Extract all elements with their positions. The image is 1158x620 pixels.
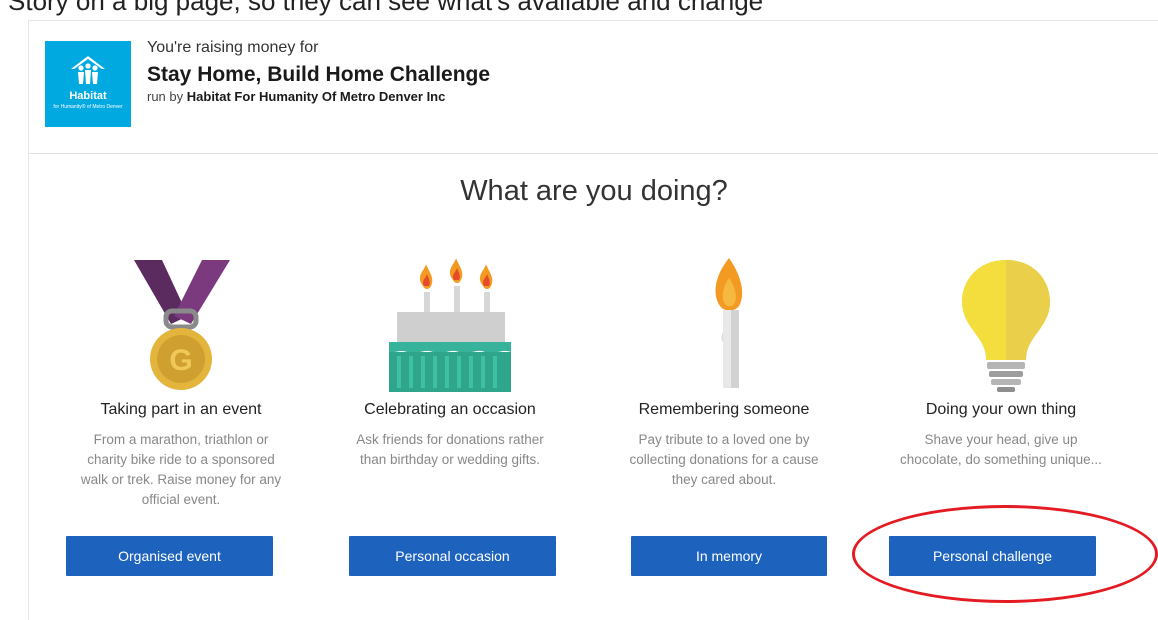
option-challenge: Doing your own thing Shave your head, gi… bbox=[886, 256, 1116, 576]
run-by-line: run by Habitat For Humanity Of Metro Den… bbox=[147, 89, 445, 104]
option-title: Remembering someone bbox=[638, 401, 810, 418]
campaign-header: Habitat for Humanity® of Metro Denver Yo… bbox=[29, 21, 1158, 154]
organizer-name: Habitat For Humanity Of Metro Denver Inc bbox=[186, 89, 446, 104]
house-people-icon bbox=[71, 56, 105, 84]
option-description: From a marathon, triathlon or charity bi… bbox=[80, 432, 282, 507]
cropped-caption-text: Story on a big page, so they can see wha… bbox=[8, 0, 764, 16]
in-memory-button[interactable]: In memory bbox=[631, 536, 827, 576]
page-question: What are you doing? bbox=[460, 175, 728, 207]
personal-occasion-button[interactable]: Personal occasion bbox=[349, 536, 556, 576]
option-occasion: Celebrating an occasion Ask friends for … bbox=[335, 256, 565, 576]
fundraising-card: Habitat for Humanity® of Metro Denver Yo… bbox=[28, 20, 1158, 620]
cropped-caption: Story on a big page, so they can see wha… bbox=[0, 0, 1158, 20]
personal-challenge-button[interactable]: Personal challenge bbox=[889, 536, 1096, 576]
svg-text:G: G bbox=[169, 344, 192, 377]
lightbulb-icon bbox=[962, 260, 1050, 392]
option-title: Doing your own thing bbox=[925, 401, 1077, 418]
raising-text: You're raising money for bbox=[147, 39, 319, 56]
charity-logo: Habitat for Humanity® of Metro Denver bbox=[45, 41, 131, 127]
logo-brand-sub: for Humanity® of Metro Denver bbox=[53, 104, 123, 110]
option-description: Shave your head, give up chocolate, do s… bbox=[900, 432, 1102, 467]
option-title: Celebrating an occasion bbox=[364, 401, 536, 418]
option-description: Pay tribute to a loved one by collecting… bbox=[629, 432, 819, 487]
option-memory: Remembering someone Pay tribute to a lov… bbox=[609, 256, 839, 576]
medal-icon: G bbox=[134, 260, 230, 390]
option-event: G Taking part in an event From a maratho… bbox=[66, 256, 296, 576]
logo-brand: Habitat bbox=[69, 90, 107, 102]
candle-icon bbox=[715, 258, 743, 388]
run-by-prefix: run by bbox=[147, 89, 184, 104]
organised-event-button[interactable]: Organised event bbox=[66, 536, 273, 576]
option-description: Ask friends for donations rather than bi… bbox=[356, 432, 544, 467]
campaign-title[interactable]: Stay Home, Build Home Challenge bbox=[147, 63, 490, 87]
birthday-cake-icon bbox=[389, 258, 511, 392]
option-title: Taking part in an event bbox=[100, 401, 262, 418]
